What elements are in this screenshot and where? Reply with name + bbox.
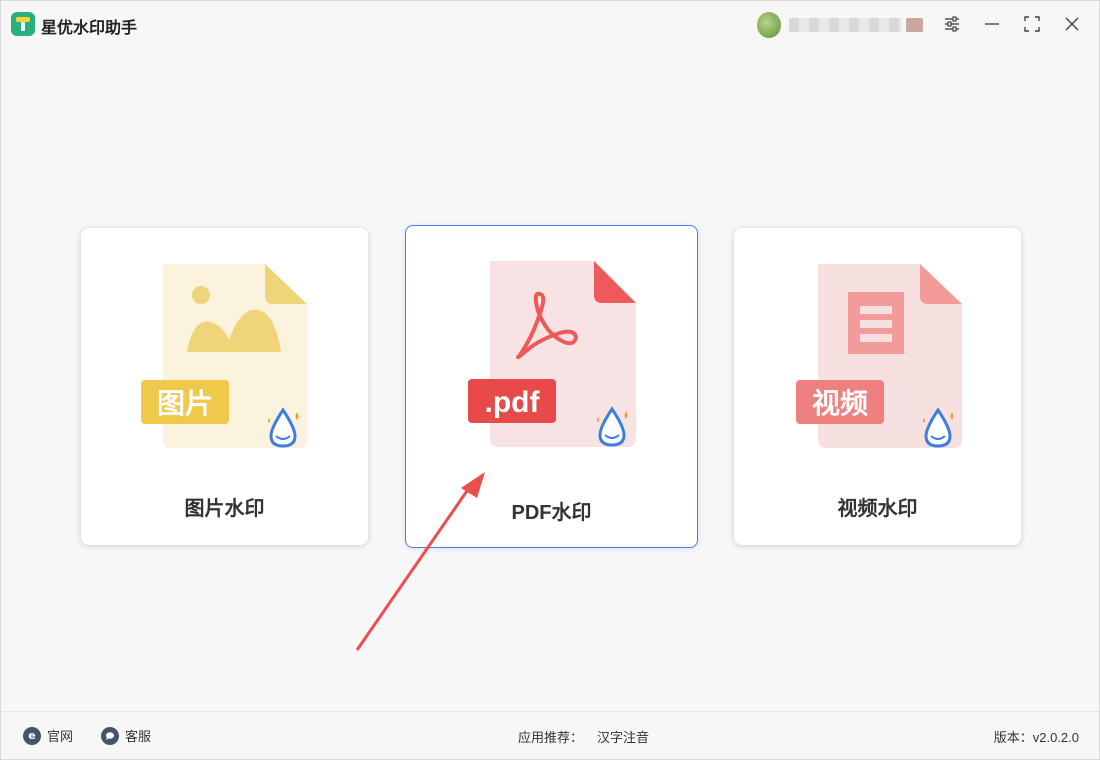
app-logo-icon <box>11 12 35 36</box>
sliders-icon <box>945 16 959 32</box>
website-link[interactable]: e 官网 <box>23 726 73 745</box>
app-title: 星优水印助手 <box>41 20 138 37</box>
support-link[interactable]: 客服 <box>101 726 151 745</box>
minimize-icon <box>985 23 999 25</box>
recommend-app-link[interactable]: 汉字注音 <box>597 727 649 746</box>
chat-bubble-icon <box>101 726 119 745</box>
pdf-file-icon: .pdf <box>468 261 636 447</box>
recommend-label: 应用推荐： <box>518 730 584 745</box>
maximize-button[interactable] <box>1021 13 1043 35</box>
annotation-arrow-icon <box>355 472 485 651</box>
avatar <box>757 12 782 38</box>
video-watermark-label: 视频水印 <box>837 498 918 520</box>
close-icon <box>1065 17 1079 31</box>
app-window: 星优水印助手 图片 图片水印 .pdf PDF水印 视频 视频水印 e 官网 客… <box>0 0 1100 760</box>
image-file-icon: 图片 <box>141 264 307 448</box>
version-text: 版本：v2.0.2.0 <box>993 730 1079 745</box>
image-watermark-label: 图片水印 <box>184 498 265 520</box>
image-watermark-card[interactable]: 图片 图片水印 <box>81 228 368 545</box>
title-bar: 星优水印助手 <box>1 1 1099 49</box>
video-file-icon: 视频 <box>796 264 962 448</box>
close-button[interactable] <box>1061 13 1083 35</box>
user-name-blurred <box>789 18 903 32</box>
app-recommendation: 应用推荐： 汉字注音 <box>518 727 649 746</box>
minimize-button[interactable] <box>981 13 1003 35</box>
image-badge-text: 图片 <box>157 387 213 420</box>
settings-button[interactable] <box>941 13 963 35</box>
footer-bar: e 官网 客服 应用推荐： 汉字注音 版本：v2.0.2.0 <box>1 711 1099 759</box>
website-label: 官网 <box>47 729 74 744</box>
pdf-badge-text: .pdf <box>485 386 541 419</box>
video-badge-text: 视频 <box>812 387 868 420</box>
browser-e-icon: e <box>23 726 41 745</box>
maximize-icon <box>1024 16 1040 32</box>
user-account[interactable] <box>757 11 924 39</box>
video-watermark-card[interactable]: 视频 视频水印 <box>734 228 1021 545</box>
user-name-blurred-tail <box>906 18 924 32</box>
support-label: 客服 <box>125 729 152 744</box>
